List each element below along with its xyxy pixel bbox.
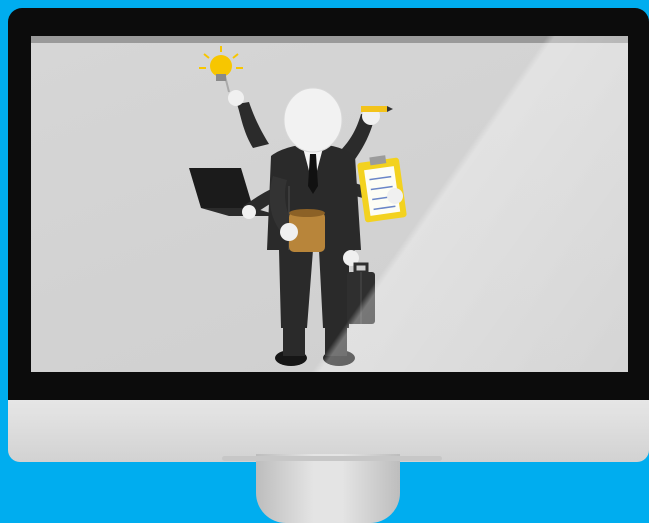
monitor-stand <box>256 454 400 523</box>
monitor-stand-joint <box>222 456 442 461</box>
monitor-screen <box>31 36 628 372</box>
desktop-monitor <box>8 8 649 462</box>
monitor-chin <box>8 400 649 462</box>
screen-glare <box>31 36 628 372</box>
